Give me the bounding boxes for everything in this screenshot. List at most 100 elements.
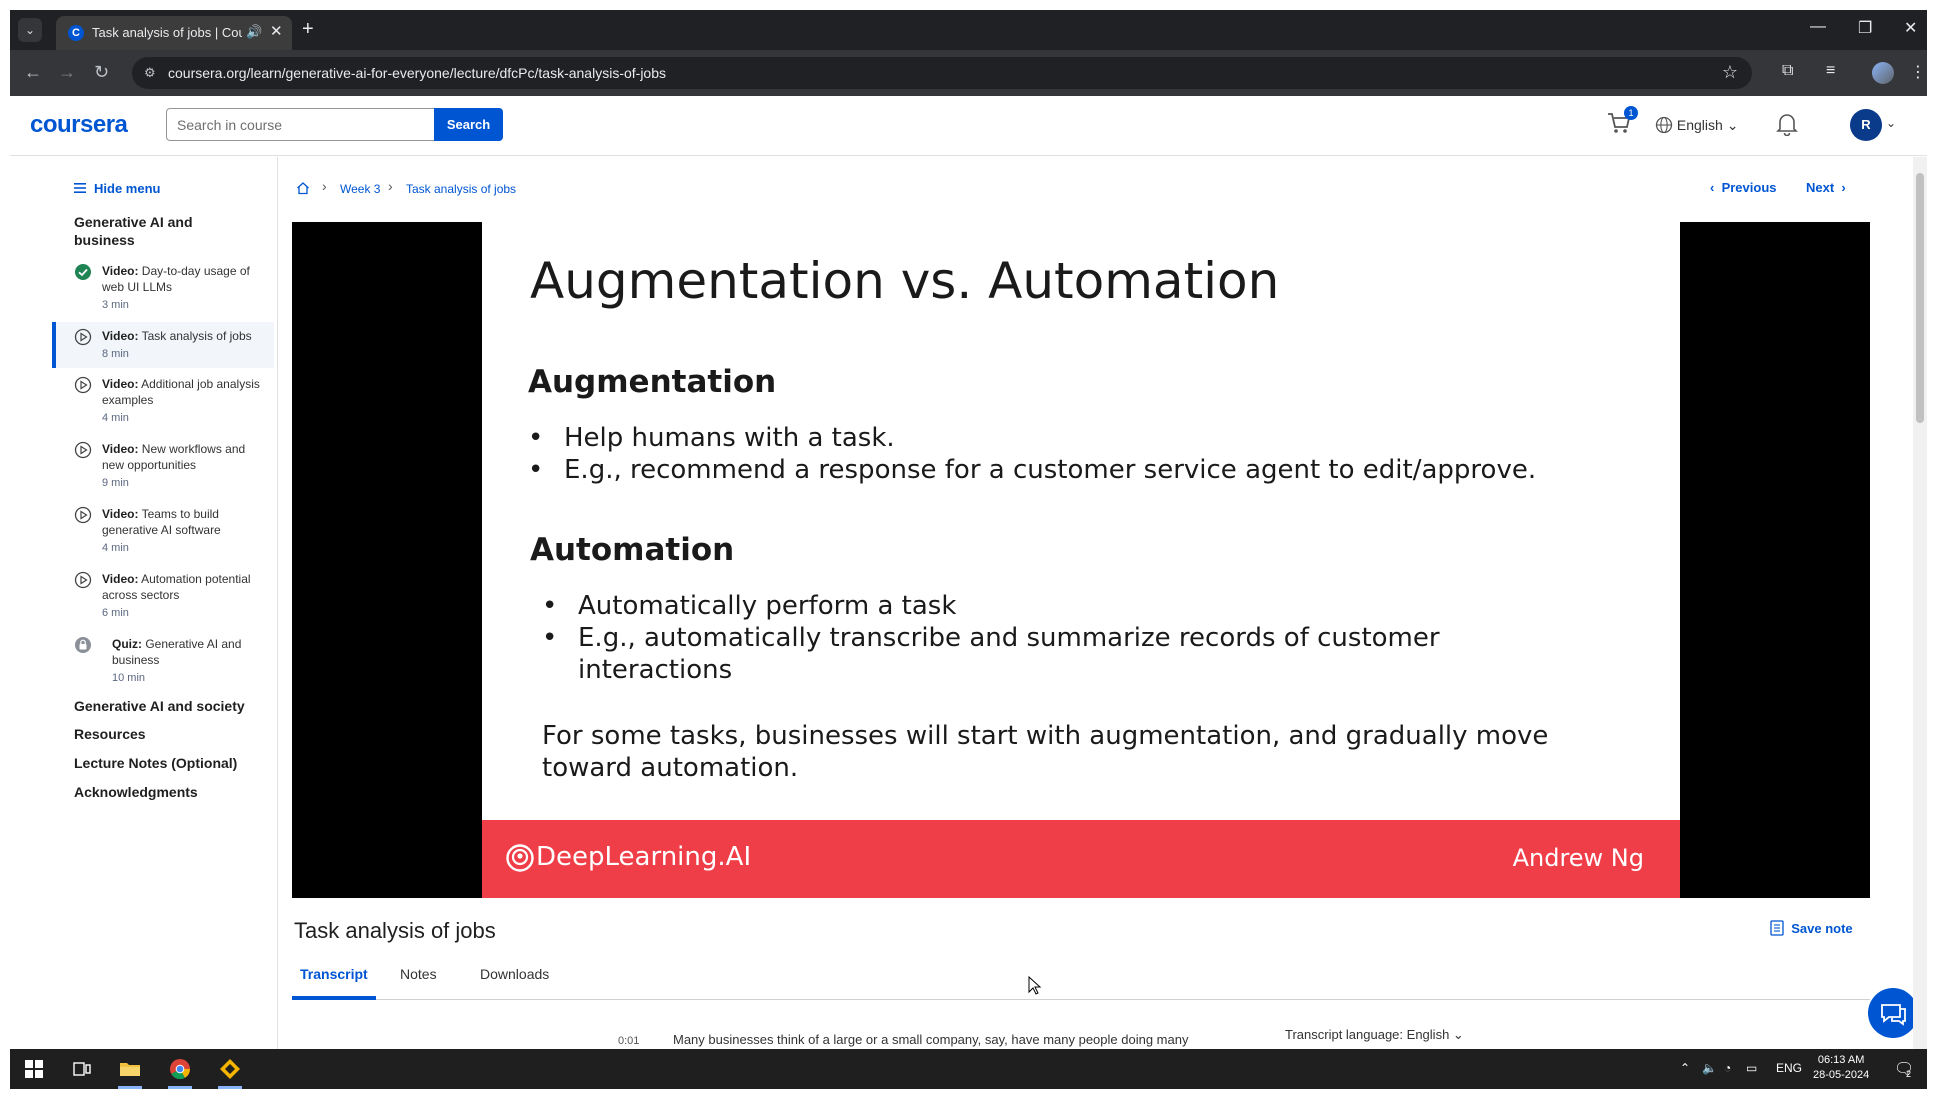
slide-heading-automation: Automation [530, 532, 735, 568]
forward-arrow-icon[interactable]: → [58, 62, 76, 83]
lock-icon [75, 637, 91, 653]
sidebar-section-link[interactable]: Resources [74, 726, 146, 742]
play-circle-icon [74, 506, 92, 524]
tab-downloads[interactable]: Downloads [472, 966, 557, 1000]
hamburger-icon [74, 183, 86, 193]
transcript-line[interactable]: Many businesses think of a large or a sm… [673, 1032, 1188, 1047]
cart-count-badge: 1 [1624, 106, 1638, 120]
slide-brand: DeepLearning.AI [536, 842, 752, 872]
browser-tab[interactable]: C Task analysis of jobs | Coursera 🔊 ✕ [56, 16, 292, 50]
restore-icon[interactable]: ❐ [1858, 18, 1872, 38]
extensions-puzzle-icon[interactable]: ⧉ [1782, 62, 1793, 80]
keyboard-language[interactable]: ENG [1776, 1061, 1802, 1075]
active-app-indicator [168, 1086, 192, 1089]
notification-center-icon[interactable]: 🗨 [1894, 1059, 1914, 1079]
mouse-cursor-icon [1028, 976, 1042, 995]
scrollbar-thumb[interactable] [1916, 173, 1924, 423]
breadcrumb-current[interactable]: Task analysis of jobs [406, 182, 516, 196]
app-icon[interactable] [218, 1057, 242, 1081]
speaker-icon[interactable]: 🔊 [246, 24, 262, 40]
reload-icon[interactable]: ↻ [94, 62, 109, 83]
media-queue-icon[interactable]: ≡ [1826, 62, 1835, 80]
windows-start-icon[interactable] [22, 1057, 46, 1081]
kebab-menu-icon[interactable]: ⋮ [1910, 62, 1926, 82]
home-icon[interactable] [296, 181, 310, 195]
sidebar-item[interactable]: Video: New workflows and new opportuniti… [52, 441, 274, 491]
notification-bell-icon[interactable] [1776, 112, 1798, 136]
module-title[interactable]: Generative AI and business [74, 213, 224, 249]
play-circle-icon [74, 376, 92, 394]
tray-chevron-up-icon[interactable]: ⌃ [1680, 1061, 1690, 1075]
browser-profile-icon[interactable] [1872, 62, 1894, 84]
network-icon[interactable]: ◔ [1724, 1061, 1731, 1075]
chrome-icon[interactable] [168, 1057, 192, 1081]
sidebar-item[interactable]: Video: Automation potential across secto… [52, 571, 274, 621]
tab-notes[interactable]: Notes [392, 966, 445, 1000]
list-item: E.g., recommend a response for a custome… [528, 454, 1648, 486]
sidebar-section-link[interactable]: Acknowledgments [74, 784, 198, 800]
list-item: Automatically perform a task [542, 590, 1482, 622]
hide-menu-button[interactable]: Hide menu [94, 181, 160, 196]
tab-transcript[interactable]: Transcript [292, 966, 376, 1000]
lecture-slide: Augmentation vs. Automation Augmentation… [482, 222, 1680, 820]
close-icon[interactable]: ✕ [270, 22, 283, 40]
search-button[interactable]: Search [434, 108, 503, 141]
url-text: coursera.org/learn/generative-ai-for-eve… [168, 65, 666, 81]
coursera-logo[interactable]: coursera [30, 111, 128, 139]
address-bar[interactable]: ⚙ coursera.org/learn/generative-ai-for-e… [132, 57, 1752, 89]
sidebar-item-text: Quiz: Generative AI and business 10 min [112, 637, 242, 684]
slide-title: Augmentation vs. Automation [530, 252, 1280, 310]
tab-title: Task analysis of jobs | Coursera [92, 25, 242, 40]
chevron-down-icon: ⌄ [1452, 1027, 1464, 1042]
sidebar-item[interactable]: Quiz: Generative AI and business 10 min [52, 636, 274, 686]
sidebar-item[interactable]: Video: Teams to build generative AI soft… [52, 506, 274, 556]
window-close-icon[interactable]: ✕ [1904, 18, 1917, 38]
note-icon [1770, 920, 1784, 936]
slide-footer: DeepLearning.AI Andrew Ng [482, 820, 1680, 898]
video-player[interactable]: Augmentation vs. Automation Augmentation… [292, 222, 1870, 898]
sidebar-item[interactable]: Video: Day-to-day usage of web UI LLMs 3… [52, 263, 274, 313]
course-search-input[interactable] [166, 108, 436, 141]
back-arrow-icon[interactable]: ← [24, 62, 42, 83]
language-label: English [1676, 117, 1723, 133]
minimize-icon[interactable]: — [1810, 18, 1826, 36]
lecture-title: Task analysis of jobs [294, 918, 496, 943]
transcript-timestamp[interactable]: 0:01 [618, 1035, 639, 1047]
list-item: Help humans with a task. [528, 422, 1648, 454]
notification-count: 2 [1906, 1069, 1912, 1079]
sidebar-section-link[interactable]: Generative AI and society [74, 698, 245, 714]
volume-icon[interactable]: 🔈 [1702, 1061, 1717, 1075]
file-explorer-icon[interactable] [118, 1057, 142, 1081]
slide-author: Andrew Ng [1512, 844, 1644, 872]
transcript-language-selector[interactable]: Transcript language: English ⌄ [1285, 1027, 1464, 1043]
battery-icon[interactable]: ▭ [1746, 1061, 1757, 1075]
bookmark-star-icon[interactable]: ☆ [1722, 62, 1738, 83]
sidebar-item-text: Video: Automation potential across secto… [102, 572, 251, 619]
slide-note: For some tasks, businesses will start wi… [542, 721, 1549, 783]
breadcrumb-week[interactable]: Week 3 [340, 182, 380, 196]
previous-button[interactable]: ‹ Previous [1710, 180, 1777, 195]
windows-taskbar: ⌃ 🔈 ◔ ▭ ENG 06:13 AM 28-05-2024 🗨 2 [10, 1049, 1927, 1089]
site-header: coursera Search 1 English ⌄ R ⌄ [10, 96, 1927, 156]
browser-tab-bar: ⌄ C Task analysis of jobs | Coursera 🔊 ✕… [10, 10, 1927, 50]
save-note-button[interactable]: Save note [1770, 920, 1853, 936]
sidebar-item[interactable]: Video: Additional job analysis examples … [52, 376, 274, 426]
next-button[interactable]: Next › [1806, 180, 1846, 195]
list-item: E.g., automatically transcribe and summa… [542, 622, 1482, 686]
new-tab-plus-icon[interactable]: + [302, 18, 314, 40]
sidebar-item-current[interactable]: Video: Task analysis of jobs 8 min [52, 322, 274, 368]
user-avatar[interactable]: R [1850, 109, 1882, 141]
language-selector[interactable]: English ⌄ [1655, 116, 1738, 134]
system-clock[interactable]: 06:13 AM 28-05-2024 [1813, 1053, 1869, 1083]
tab-search-chevron-icon[interactable]: ⌄ [18, 18, 42, 42]
check-circle-icon [75, 264, 91, 280]
chevron-down-icon[interactable]: ⌄ [1886, 116, 1896, 130]
sidebar-section-link[interactable]: Lecture Notes (Optional) [74, 755, 237, 771]
task-view-icon[interactable] [70, 1057, 94, 1081]
content-tabs: Transcript Notes Downloads [292, 960, 1870, 1000]
site-info-icon[interactable]: ⚙ [144, 65, 156, 81]
page-scrollbar[interactable] [1913, 157, 1927, 1049]
chat-button[interactable] [1868, 988, 1918, 1038]
chevron-left-icon: ‹ [1710, 180, 1715, 195]
course-sidebar: Hide menu Generative AI and business Vid… [10, 157, 278, 1049]
